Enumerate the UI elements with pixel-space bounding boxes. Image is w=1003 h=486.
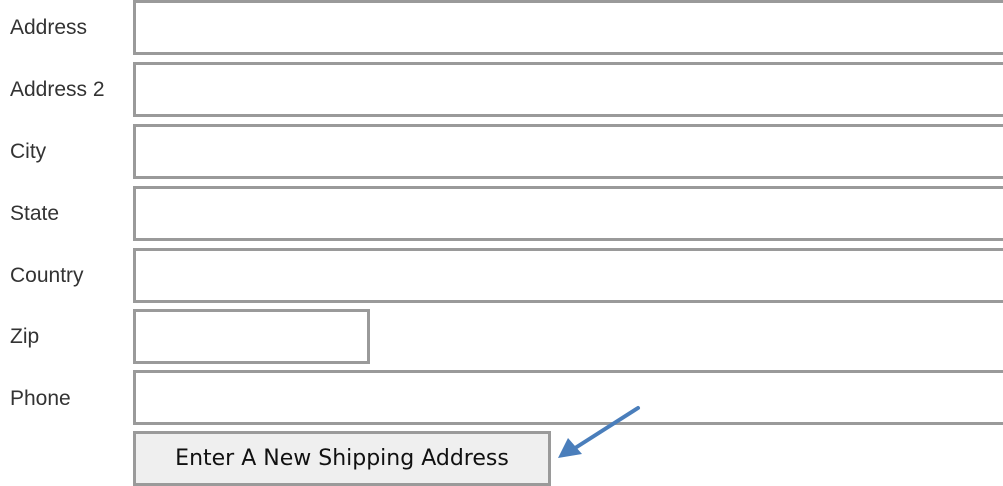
address-2-label: Address 2 — [10, 78, 105, 101]
annotation-arrow-shaft — [570, 406, 640, 452]
city-input[interactable] — [133, 124, 1003, 179]
city-label: City — [10, 140, 47, 163]
country-input[interactable] — [133, 248, 1003, 303]
state-input[interactable] — [133, 186, 1003, 241]
state-label: State — [10, 202, 60, 225]
zip-label: Zip — [10, 325, 40, 348]
annotation-arrow-icon — [558, 406, 640, 458]
address-2-input[interactable] — [133, 62, 1003, 117]
country-label: Country — [10, 264, 84, 287]
address-label: Address — [10, 16, 88, 39]
enter-new-shipping-address-button[interactable]: Enter A New Shipping Address — [133, 431, 551, 486]
address-input[interactable] — [133, 0, 1003, 55]
phone-label: Phone — [10, 387, 71, 410]
zip-input[interactable] — [133, 309, 370, 364]
